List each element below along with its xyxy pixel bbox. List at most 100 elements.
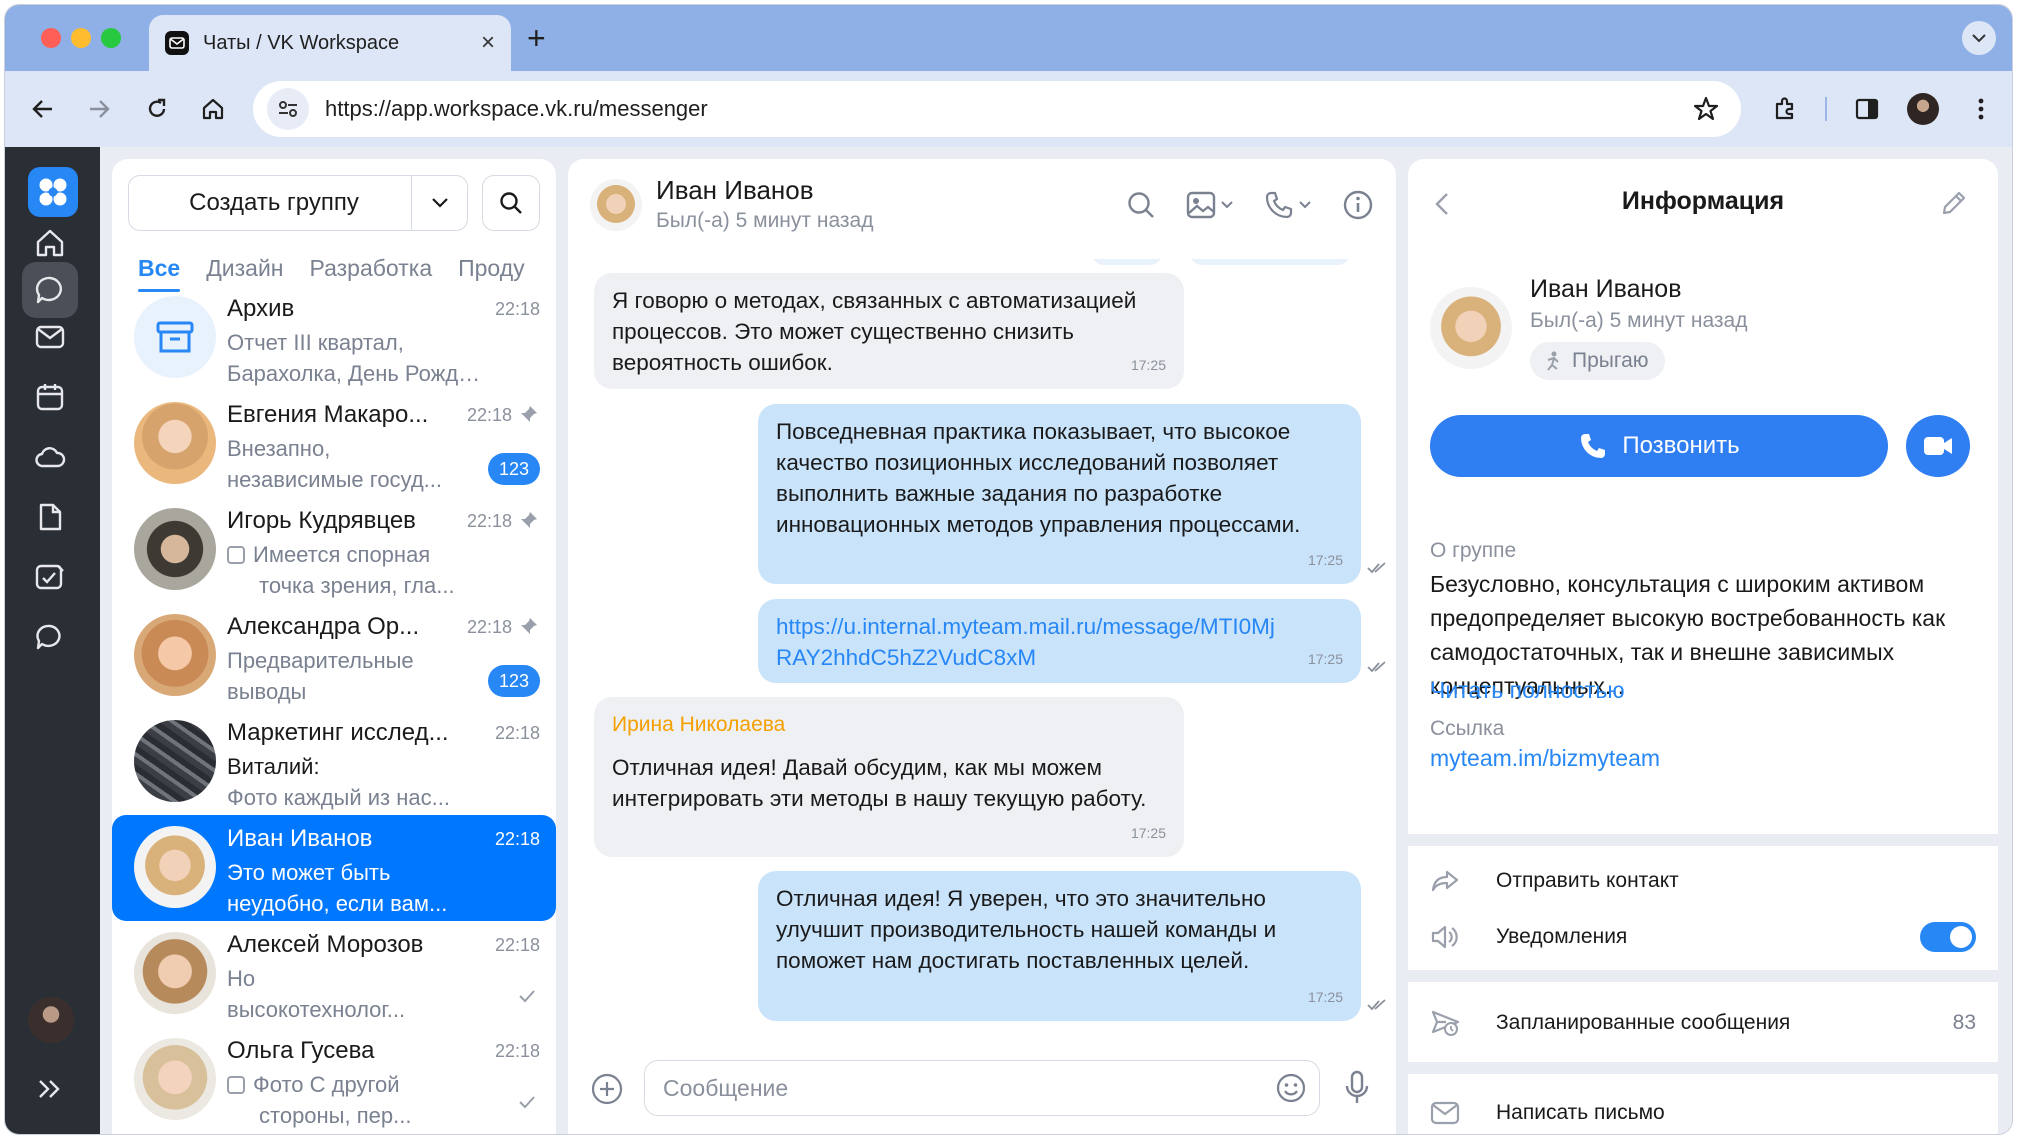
group-link[interactable]: myteam.im/bizmyteam bbox=[1430, 745, 1660, 772]
write-letter-row[interactable]: Написать письмо bbox=[1430, 1088, 1976, 1134]
cloud-icon bbox=[35, 447, 66, 468]
message-placeholder: Сообщение bbox=[663, 1074, 789, 1101]
contact-avatar bbox=[134, 1038, 216, 1120]
jumping-icon bbox=[1547, 351, 1559, 371]
rail-cloud[interactable] bbox=[22, 429, 78, 485]
address-bar[interactable]: https://app.workspace.vk.ru/messenger bbox=[253, 81, 1741, 137]
chat-avatar[interactable] bbox=[590, 179, 642, 231]
create-options-dropdown[interactable] bbox=[411, 176, 467, 230]
chat-time: 22:18 bbox=[466, 405, 512, 425]
rail-feedback[interactable] bbox=[22, 609, 78, 665]
call-button[interactable]: Позвонить bbox=[1430, 415, 1888, 477]
chat-name: Александра Ор... bbox=[227, 613, 420, 640]
chat-preview: Это может быть неудобно, если вам... bbox=[227, 860, 448, 916]
read-more-link[interactable]: Читать полностью bbox=[1430, 677, 1625, 704]
rail-expand-button[interactable] bbox=[22, 1061, 78, 1117]
chat-list-item-selected[interactable]: Иван Иванов 22:18 Это может быть неудобн… bbox=[112, 815, 556, 921]
folder-tab-development[interactable]: Разработка bbox=[310, 255, 433, 282]
tab-search-button[interactable] bbox=[1962, 21, 1996, 55]
chat-preview: Имеется спорная точка зрения, гла... bbox=[227, 539, 489, 601]
bookmark-star-icon[interactable] bbox=[1693, 96, 1719, 122]
forward-button[interactable] bbox=[81, 91, 117, 127]
message-incoming[interactable]: Ирина Николаева Отличная идея! Давай обс… bbox=[594, 697, 1184, 857]
chat-info-button[interactable] bbox=[1342, 189, 1374, 221]
emoji-button[interactable] bbox=[1275, 1072, 1307, 1104]
status-chip: Прыгаю bbox=[1530, 342, 1665, 380]
chat-list-item[interactable]: Ольга Гусева 22:18 Фото С другой стороны… bbox=[112, 1027, 556, 1133]
folder-tab-all[interactable]: Все bbox=[138, 255, 181, 292]
contact-avatar bbox=[134, 826, 216, 908]
rail-calendar[interactable] bbox=[22, 369, 78, 425]
info-card-profile: Информация Иван Иванов Был(-а) 5 минут н… bbox=[1408, 159, 1998, 834]
profile-avatar-button[interactable] bbox=[1905, 91, 1941, 127]
browser-tab[interactable]: Чаты / VK Workspace × bbox=[149, 15, 511, 71]
chat-list-item[interactable]: Алексей Морозов 22:18 Но высокотехнолог.… bbox=[112, 921, 556, 1027]
info-avatar[interactable] bbox=[1430, 287, 1512, 369]
share-icon bbox=[1430, 869, 1476, 893]
unread-badge: 123 bbox=[488, 453, 540, 485]
more-vertical-icon bbox=[1978, 98, 1984, 120]
url-text: https://app.workspace.vk.ru/messenger bbox=[325, 96, 708, 121]
home-button[interactable] bbox=[195, 91, 231, 127]
chat-list-item[interactable]: Евгения Макаро... 22:18 Внезапно, незави… bbox=[112, 391, 556, 497]
chat-list-item[interactable]: Маркетинг исслед... 22:18 Виталий: Фото … bbox=[112, 709, 556, 815]
chat-name: Маркетинг исслед... bbox=[227, 719, 449, 746]
app-area: Создать группу Все Дизайн Разработка Про… bbox=[5, 147, 2012, 1134]
chat-name: Иван Иванов bbox=[227, 825, 373, 852]
message-outgoing[interactable]: Отличная идея! Я уверен, что это значите… bbox=[758, 871, 1386, 1021]
media-gallery-button[interactable] bbox=[1186, 191, 1234, 219]
double-check-icon bbox=[1367, 661, 1387, 673]
chat-list-item[interactable]: Игорь Кудрявцев 22:18 Имеется спорная то… bbox=[112, 497, 556, 603]
new-tab-button[interactable]: + bbox=[527, 22, 546, 54]
chat-list-item[interactable]: Архив 22:18 Отчет III квартал, Барахолка… bbox=[112, 285, 556, 391]
call-button-label: Позвонить bbox=[1622, 432, 1740, 459]
rail-mail[interactable] bbox=[22, 309, 78, 365]
folder-tab-design[interactable]: Дизайн bbox=[206, 255, 283, 282]
tab-close-icon[interactable]: × bbox=[481, 29, 495, 57]
browser-menu-button[interactable] bbox=[1963, 91, 1999, 127]
close-window-button[interactable] bbox=[41, 28, 61, 48]
rail-tasks[interactable] bbox=[22, 549, 78, 605]
message-outgoing[interactable]: https://u.internal.myteam.mail.ru/messag… bbox=[758, 599, 1386, 683]
maximize-window-button[interactable] bbox=[101, 28, 121, 48]
vk-workspace-logo-icon[interactable] bbox=[28, 167, 78, 217]
message-link[interactable]: https://u.internal.myteam.mail.ru/messag… bbox=[776, 611, 1276, 673]
send-contact-row[interactable]: Отправить контакт bbox=[1430, 856, 1976, 906]
create-group-button[interactable]: Создать группу bbox=[129, 189, 411, 217]
pencil-icon bbox=[1942, 191, 1966, 215]
back-button[interactable] bbox=[25, 91, 61, 127]
chat-title[interactable]: Иван Иванов bbox=[656, 175, 814, 206]
folder-tab-product[interactable]: Проду bbox=[458, 255, 525, 282]
link-label: Ссылка bbox=[1430, 717, 1505, 740]
extensions-button[interactable] bbox=[1767, 91, 1803, 127]
reload-button[interactable] bbox=[139, 91, 175, 127]
chat-panel: Иван Иванов Был(-а) 5 минут назад Я гово… bbox=[568, 159, 1396, 1134]
call-menu-button[interactable] bbox=[1264, 190, 1312, 220]
chat-list-item[interactable]: Александра Ор... 22:18 Предварительные в… bbox=[112, 603, 556, 709]
notifications-toggle[interactable] bbox=[1920, 922, 1976, 952]
puzzle-icon bbox=[1775, 97, 1794, 120]
message-incoming[interactable]: Я говорю о методах, связанных с автомати… bbox=[594, 273, 1184, 389]
chat-search-button[interactable] bbox=[1126, 190, 1156, 220]
photo-icon bbox=[227, 1076, 245, 1094]
info-card-scheduled: Запланированные сообщения 83 bbox=[1408, 982, 1998, 1062]
attach-button[interactable] bbox=[590, 1072, 624, 1106]
chat-time: 22:18 bbox=[494, 935, 540, 955]
search-button[interactable] bbox=[482, 175, 540, 231]
scheduled-send-icon bbox=[1430, 1008, 1476, 1038]
side-panel-button[interactable] bbox=[1849, 91, 1885, 127]
voice-message-button[interactable] bbox=[1344, 1070, 1370, 1106]
message-input[interactable]: Сообщение bbox=[644, 1060, 1320, 1116]
user-avatar[interactable] bbox=[28, 997, 74, 1043]
scheduled-messages-row[interactable]: Запланированные сообщения 83 bbox=[1430, 998, 1976, 1048]
message-outgoing[interactable]: Повседневная практика показывает, что вы… bbox=[758, 404, 1386, 584]
edit-button[interactable] bbox=[1940, 189, 1968, 217]
minimize-window-button[interactable] bbox=[71, 28, 91, 48]
search-icon bbox=[500, 192, 522, 214]
site-info-icon[interactable] bbox=[267, 88, 309, 130]
rail-documents[interactable] bbox=[22, 489, 78, 545]
mail-favicon-icon bbox=[165, 31, 189, 55]
message-time: 17:25 bbox=[1307, 552, 1343, 568]
video-call-button[interactable] bbox=[1906, 415, 1970, 477]
arrow-left-icon bbox=[32, 100, 52, 118]
